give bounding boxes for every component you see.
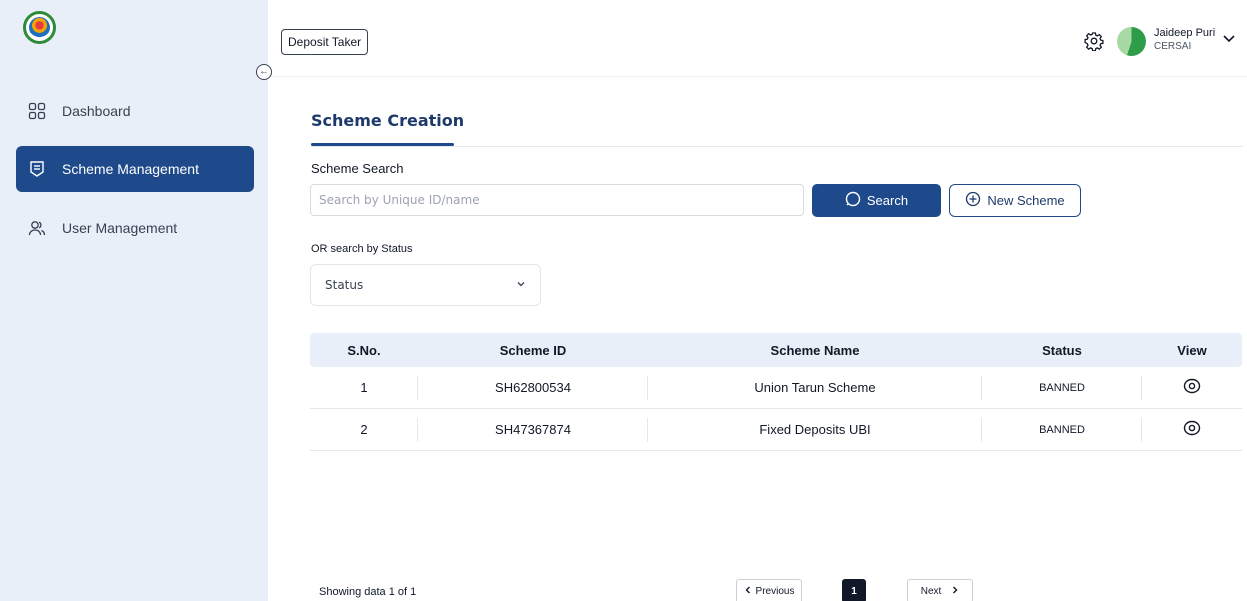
cell-sno: 2 — [310, 409, 418, 450]
search-input[interactable] — [310, 184, 804, 216]
showing-data-text: Showing data 1 of 1 — [319, 586, 417, 598]
sidebar-item-label: User Management — [62, 220, 178, 236]
column-header-sno: S.No. — [347, 342, 381, 358]
status-search-label: OR search by Status — [311, 243, 413, 255]
previous-label: Previous — [755, 585, 795, 597]
sidebar: Dashboard Scheme Management User Managem… — [0, 0, 268, 601]
page-title: Scheme Creation — [311, 111, 465, 130]
users-icon — [28, 219, 46, 237]
new-scheme-button[interactable]: New Scheme — [949, 184, 1081, 217]
plus-circle-icon — [965, 191, 981, 210]
schemes-table: S.No. Scheme ID Scheme Name Status View … — [310, 333, 1242, 451]
app-root: Dashboard Scheme Management User Managem… — [0, 0, 1247, 601]
user-name: Jaideep Puri — [1154, 27, 1216, 39]
search-button[interactable]: Search — [812, 184, 941, 217]
previous-button[interactable]: Previous — [736, 579, 802, 601]
next-button[interactable]: Next — [907, 579, 973, 601]
column-header-scheme-id: Scheme ID — [499, 342, 567, 358]
collapse-sidebar-button[interactable]: ← — [256, 64, 272, 80]
chevron-down-icon[interactable] — [1222, 31, 1236, 45]
new-scheme-label: New Scheme — [987, 193, 1065, 208]
status-dropdown-value: Status — [325, 278, 364, 292]
sidebar-item-dashboard[interactable]: Dashboard — [16, 88, 254, 134]
cell-sno: 1 — [310, 367, 418, 408]
table-row: 2 SH47367874 Fixed Deposits UBI BANNED — [310, 409, 1242, 451]
chevron-right-icon — [951, 586, 959, 597]
gear-icon[interactable] — [1084, 31, 1104, 52]
cell-status: BANNED — [982, 409, 1142, 450]
user-org: CERSAI — [1154, 41, 1192, 52]
grid-icon — [28, 102, 46, 120]
eye-icon — [1183, 419, 1201, 440]
cersai-logo — [23, 11, 56, 44]
next-label: Next — [920, 585, 942, 597]
top-header: Deposit Taker Jaideep Puri CERSAI — [268, 0, 1247, 77]
logo-emblem — [29, 17, 50, 38]
divider — [311, 146, 1243, 147]
sidebar-item-scheme-management[interactable]: Scheme Management — [16, 146, 254, 192]
view-button[interactable] — [1142, 409, 1242, 450]
cell-scheme-name: Fixed Deposits UBI — [648, 409, 982, 450]
scheme-search-label: Scheme Search — [311, 161, 404, 176]
view-button[interactable] — [1142, 367, 1242, 408]
sidebar-item-user-management[interactable]: User Management — [16, 205, 254, 251]
sidebar-item-label: Scheme Management — [62, 161, 199, 177]
search-icon — [845, 191, 861, 210]
table-row: 1 SH62800534 Union Tarun Scheme BANNED — [310, 367, 1242, 409]
status-dropdown[interactable]: Status — [310, 264, 541, 306]
eye-icon — [1183, 377, 1201, 398]
page-number-button[interactable]: 1 — [842, 579, 866, 601]
cell-scheme-id: SH47367874 — [418, 409, 648, 450]
role-tag: Deposit Taker — [281, 29, 369, 55]
list-icon — [28, 160, 46, 178]
chevron-down-icon — [516, 278, 526, 292]
column-header-status: Status — [1042, 342, 1082, 358]
chevron-left-icon — [744, 586, 752, 597]
search-button-label: Search — [866, 193, 909, 208]
cell-scheme-name: Union Tarun Scheme — [648, 367, 982, 408]
main-content: Scheme Creation Scheme Search Search New… — [268, 77, 1247, 601]
column-header-view: View — [1177, 342, 1207, 358]
cell-status: BANNED — [982, 367, 1142, 408]
cell-scheme-id: SH62800534 — [418, 367, 648, 408]
avatar[interactable] — [1117, 27, 1146, 56]
table-header: S.No. Scheme ID Scheme Name Status View — [310, 333, 1242, 367]
column-header-scheme-name: Scheme Name — [770, 342, 860, 358]
sidebar-item-label: Dashboard — [62, 103, 131, 119]
arrow-left-icon: ← — [259, 66, 269, 77]
